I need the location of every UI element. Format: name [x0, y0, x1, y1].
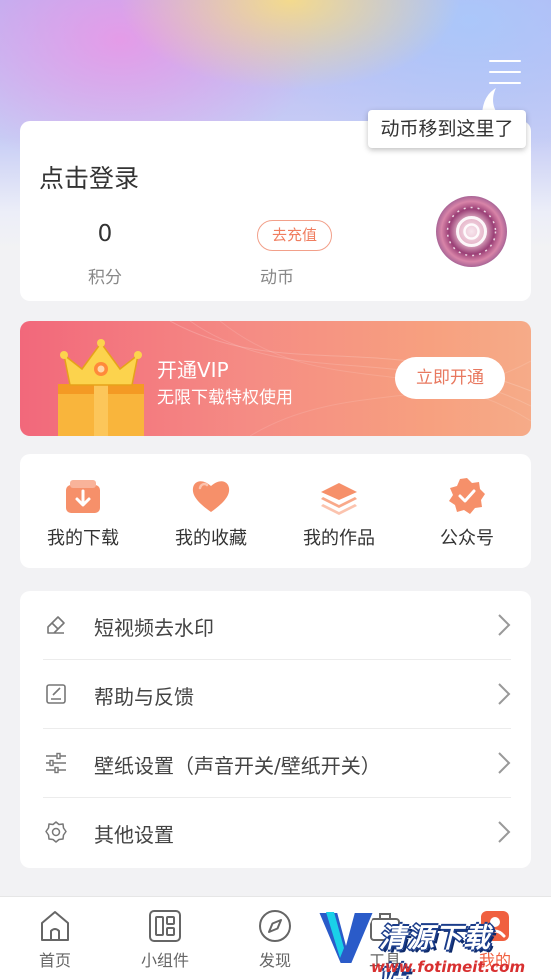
vip-banner[interactable]: 开通VIP 无限下载特权使用 立即开通 — [20, 321, 531, 436]
eraser-icon — [47, 616, 65, 634]
menu-item-other-settings[interactable]: 其他设置 — [20, 798, 531, 867]
quick-actions-card: 我的下载 我的收藏 我的作品 公众号 — [20, 454, 531, 568]
my-downloads-label: 我的下载 — [47, 528, 119, 549]
tab-widgets[interactable]: 小组件 — [125, 909, 205, 971]
points-value: 0 — [97, 221, 113, 247]
menu-label-help-feedback: 帮助与反馈 — [94, 685, 194, 709]
verified-badge-icon — [449, 478, 485, 514]
tab-discover[interactable]: 发现 — [235, 909, 315, 971]
my-favorites-button[interactable]: 我的收藏 — [156, 476, 266, 550]
sliders-icon — [46, 752, 66, 774]
profile-card: 点击登录 0 积分 去充值 动币 — [20, 121, 531, 301]
recharge-button[interactable]: 去充值 — [257, 220, 332, 251]
heart-icon — [192, 481, 230, 512]
menu-item-wallpaper-settings[interactable]: 壁纸设置（声音开关/壁纸开关） — [20, 729, 531, 798]
coins-moved-tooltip: 动币移到这里了 — [368, 110, 526, 148]
tab-home[interactable]: 首页 — [15, 909, 95, 971]
vip-title: 开通VIP — [157, 358, 229, 382]
chevron-right-icon — [498, 821, 511, 843]
my-works-label: 我的作品 — [303, 528, 375, 549]
hamburger-menu-icon[interactable] — [489, 60, 521, 88]
widget-icon — [149, 910, 181, 942]
chevron-right-icon — [498, 683, 511, 705]
download-box-icon — [66, 480, 100, 513]
settings-menu-card: 短视频去水印 帮助与反馈 壁纸设置（声音开关/壁纸开关） 其他设置 — [20, 591, 531, 868]
coins-label: 动币 — [260, 268, 294, 288]
vip-activate-button[interactable]: 立即开通 — [395, 357, 505, 399]
official-account-button[interactable]: 公众号 — [412, 476, 522, 550]
login-prompt[interactable]: 点击登录 — [39, 159, 139, 195]
tab-home-label: 首页 — [38, 951, 71, 970]
menu-label-other-settings: 其他设置 — [94, 823, 174, 847]
compass-icon — [259, 910, 291, 942]
my-works-button[interactable]: 我的作品 — [284, 476, 394, 550]
my-downloads-button[interactable]: 我的下载 — [28, 476, 138, 550]
home-icon — [41, 911, 69, 941]
menu-label-remove-watermark: 短视频去水印 — [94, 616, 214, 640]
my-favorites-label: 我的收藏 — [175, 528, 247, 549]
avatar[interactable] — [436, 196, 507, 267]
watermark-url: www.fotimeit.com — [371, 958, 526, 976]
tab-discover-label: 发现 — [258, 951, 291, 970]
tab-widgets-label: 小组件 — [140, 951, 189, 970]
gear-icon — [45, 821, 67, 843]
edit-note-icon — [46, 684, 66, 704]
site-watermark: 清源下载站 www.fotimeit.com — [316, 904, 525, 979]
chevron-right-icon — [498, 752, 511, 774]
vip-subtitle: 无限下载特权使用 — [157, 388, 293, 408]
watermark-logo-icon — [316, 911, 376, 965]
menu-label-wallpaper-settings: 壁纸设置（声音开关/壁纸开关） — [94, 754, 381, 778]
menu-item-help-feedback[interactable]: 帮助与反馈 — [20, 660, 531, 729]
layers-icon — [321, 483, 357, 515]
crown-gift-icon — [58, 339, 144, 436]
official-account-label: 公众号 — [440, 528, 494, 549]
chevron-right-icon — [498, 614, 511, 636]
points-label: 积分 — [88, 268, 122, 288]
menu-item-remove-watermark[interactable]: 短视频去水印 — [20, 591, 531, 660]
